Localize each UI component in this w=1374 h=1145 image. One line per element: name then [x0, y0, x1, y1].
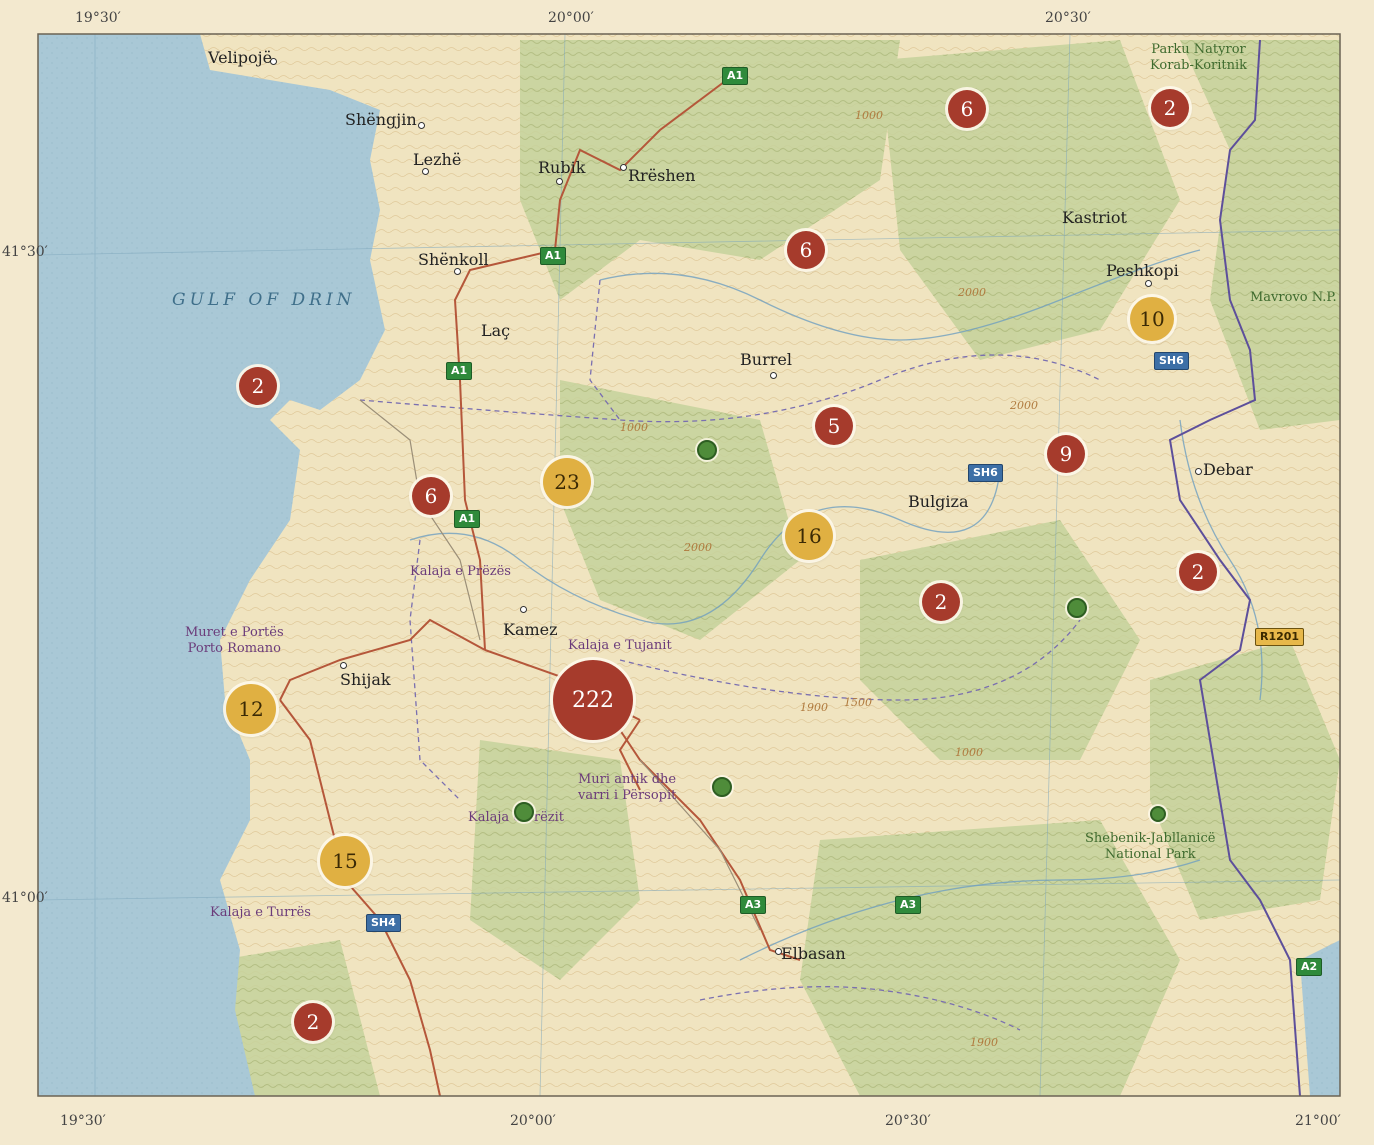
map-frame: 19°30′ 20°00′ 20°30′ 41°30′ 41°00′ 19°30…: [0, 0, 1374, 1145]
cluster-marker[interactable]: 222: [553, 660, 633, 740]
road-shield: A1: [446, 362, 473, 380]
city-label[interactable]: Elbasan: [781, 944, 846, 963]
site-marker[interactable]: [697, 440, 717, 460]
road-shield: A1: [722, 67, 749, 85]
city-dot: [422, 168, 429, 175]
contour-label: 2000: [958, 286, 986, 299]
graticule-bottom-4: 21°00′: [1295, 1113, 1341, 1129]
site-marker[interactable]: [1067, 598, 1087, 618]
poi-label[interactable]: Kalaja e Prëzës: [410, 564, 511, 580]
poi-label[interactable]: Kalaja e Turrës: [210, 905, 311, 921]
city-label[interactable]: Bulgiza: [908, 492, 969, 511]
poi-label[interactable]: Muri antik dhe varri i Përsopit: [578, 772, 676, 804]
cluster-marker[interactable]: 15: [320, 836, 370, 886]
graticule-bottom-1: 19°30′: [60, 1113, 106, 1129]
graticule-top-1: 19°30′: [75, 10, 121, 26]
cluster-marker[interactable]: 6: [412, 477, 450, 515]
graticule-top-2: 20°00′: [548, 10, 594, 26]
contour-label: 1000: [955, 746, 983, 759]
contour-label: 1500: [844, 696, 872, 709]
contour-label: 2000: [684, 541, 712, 554]
city-dot: [418, 122, 425, 129]
city-dot: [454, 268, 461, 275]
city-label[interactable]: Kastriot: [1062, 208, 1127, 227]
cluster-marker[interactable]: 2: [922, 583, 960, 621]
city-label[interactable]: Laç: [481, 321, 510, 340]
cluster-marker[interactable]: 16: [785, 512, 833, 560]
road-shield: SH6: [968, 464, 1003, 482]
cluster-marker[interactable]: 2: [239, 367, 277, 405]
city-label[interactable]: Velipojë: [208, 48, 272, 67]
road-shield: A1: [540, 247, 567, 265]
gulf-label: GULF OF DRIN: [172, 290, 356, 310]
cluster-marker[interactable]: 10: [1130, 297, 1174, 341]
city-label[interactable]: Shënkoll: [418, 250, 489, 269]
city-label[interactable]: Debar: [1203, 460, 1253, 479]
city-dot: [1195, 468, 1202, 475]
road-shield: A2: [1296, 958, 1323, 976]
city-label[interactable]: Rrëshen: [628, 166, 695, 185]
park-label[interactable]: Shebenik-Jabllanicë National Park: [1085, 831, 1215, 863]
road-shield: A3: [740, 896, 767, 914]
city-dot: [1145, 280, 1152, 287]
cluster-marker[interactable]: 2: [1151, 89, 1189, 127]
park-label[interactable]: Mavrovo N.P.: [1250, 290, 1337, 306]
road-shield: R1201: [1255, 628, 1305, 646]
cluster-marker[interactable]: 2: [1179, 553, 1217, 591]
contour-label: 1900: [800, 701, 828, 714]
cluster-marker[interactable]: 6: [948, 90, 986, 128]
graticule-left-1: 41°30′: [2, 244, 48, 260]
cluster-marker[interactable]: 9: [1047, 435, 1085, 473]
site-marker[interactable]: [712, 777, 732, 797]
cluster-marker[interactable]: 23: [543, 458, 591, 506]
city-dot: [520, 606, 527, 613]
contour-label: 1000: [855, 109, 883, 122]
road-shield: A3: [895, 896, 922, 914]
road-shield: A1: [454, 510, 481, 528]
road-shield: SH6: [1154, 352, 1189, 370]
city-label[interactable]: Shijak: [340, 670, 391, 689]
contour-label: 1900: [970, 1036, 998, 1049]
city-dot: [620, 164, 627, 171]
city-dot: [770, 372, 777, 379]
poi-label[interactable]: Muret e Portës Porto Romano: [185, 625, 284, 657]
cluster-marker[interactable]: 2: [294, 1003, 332, 1041]
city-label[interactable]: Rubik: [538, 158, 585, 177]
city-dot: [556, 178, 563, 185]
contour-label: 2000: [1010, 399, 1038, 412]
park-icon[interactable]: [1150, 806, 1166, 822]
graticule-left-2: 41°00′: [2, 890, 48, 906]
park-label[interactable]: Parku Natyror Korab-Koritnik: [1150, 42, 1247, 74]
site-marker[interactable]: [514, 802, 534, 822]
city-label[interactable]: Peshkopi: [1106, 261, 1179, 280]
cluster-marker[interactable]: 12: [226, 684, 276, 734]
poi-label[interactable]: Kalaja e Tujanit: [568, 638, 672, 654]
city-label[interactable]: Burrel: [740, 350, 792, 369]
city-label[interactable]: Lezhë: [413, 150, 461, 169]
contour-label: 1000: [620, 421, 648, 434]
city-dot: [340, 662, 347, 669]
cluster-marker[interactable]: 5: [815, 407, 853, 445]
city-label[interactable]: Shëngjin: [345, 110, 417, 129]
graticule-bottom-3: 20°30′: [885, 1113, 931, 1129]
graticule-bottom-2: 20°00′: [510, 1113, 556, 1129]
cluster-marker[interactable]: 6: [787, 231, 825, 269]
road-shield: SH4: [366, 914, 401, 932]
city-label[interactable]: Kamez: [503, 620, 558, 639]
graticule-top-3: 20°30′: [1045, 10, 1091, 26]
